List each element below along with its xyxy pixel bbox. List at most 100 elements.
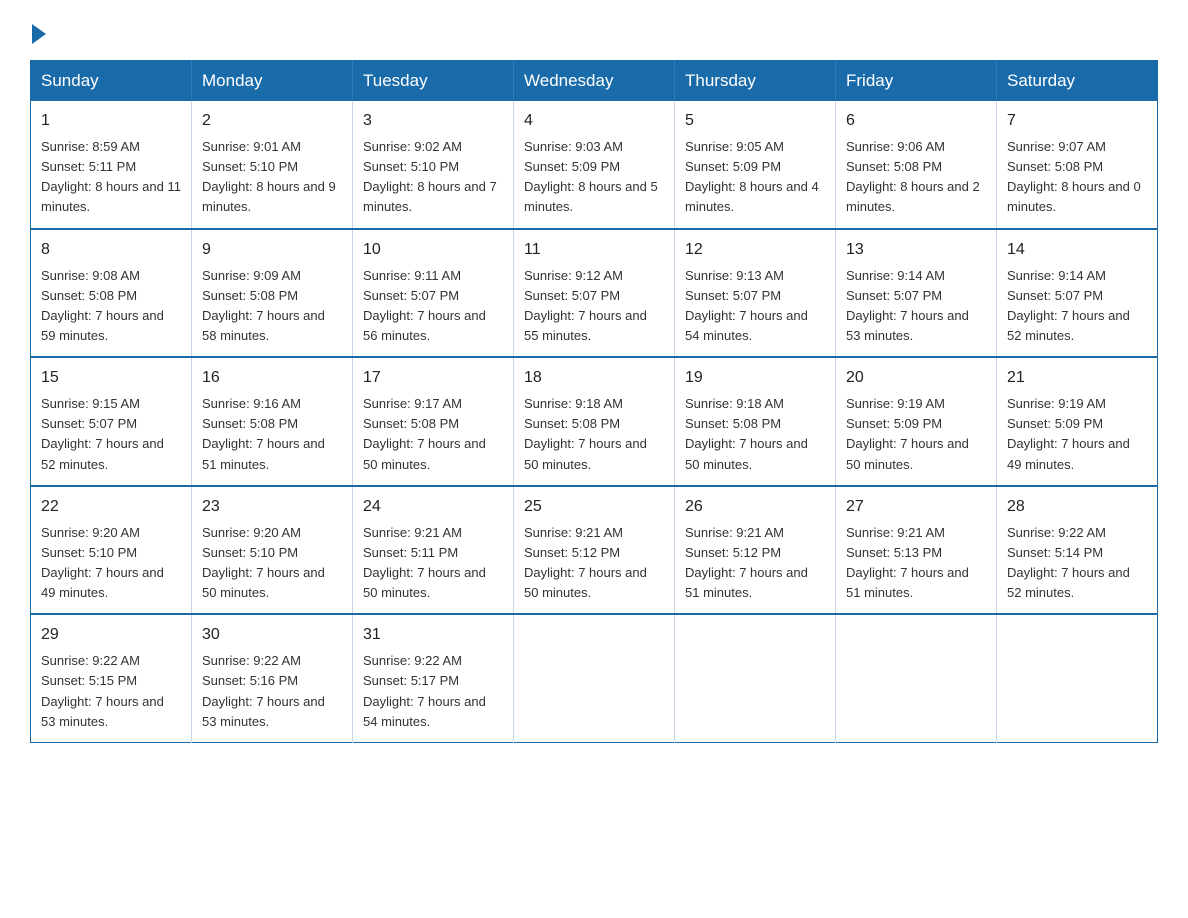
- day-number: 29: [41, 623, 181, 647]
- day-info: Sunrise: 9:01 AMSunset: 5:10 PMDaylight:…: [202, 137, 342, 218]
- calendar-day-20: 20 Sunrise: 9:19 AMSunset: 5:09 PMDayligh…: [836, 357, 997, 486]
- header-thursday: Thursday: [675, 61, 836, 102]
- day-number: 2: [202, 109, 342, 133]
- calendar-day-29: 29 Sunrise: 9:22 AMSunset: 5:15 PMDayligh…: [31, 614, 192, 742]
- day-info: Sunrise: 9:06 AMSunset: 5:08 PMDaylight:…: [846, 137, 986, 218]
- header-tuesday: Tuesday: [353, 61, 514, 102]
- calendar-day-17: 17 Sunrise: 9:17 AMSunset: 5:08 PMDayligh…: [353, 357, 514, 486]
- day-number: 16: [202, 366, 342, 390]
- day-number: 8: [41, 238, 181, 262]
- calendar-day-7: 7Sunrise: 9:07 AMSunset: 5:08 PMDaylight…: [997, 101, 1158, 229]
- day-info: Sunrise: 8:59 AMSunset: 5:11 PMDaylight:…: [41, 137, 181, 218]
- calendar-week-3: 15 Sunrise: 9:15 AMSunset: 5:07 PMDayligh…: [31, 357, 1158, 486]
- calendar-day-21: 21Sunrise: 9:19 AMSunset: 5:09 PMDayligh…: [997, 357, 1158, 486]
- day-number: 6: [846, 109, 986, 133]
- day-number: 12: [685, 238, 825, 262]
- day-number: 27: [846, 495, 986, 519]
- calendar-day-28: 28Sunrise: 9:22 AMSunset: 5:14 PMDayligh…: [997, 486, 1158, 615]
- header-wednesday: Wednesday: [514, 61, 675, 102]
- calendar-day-8: 8 Sunrise: 9:08 AMSunset: 5:08 PMDaylight…: [31, 229, 192, 358]
- calendar-week-1: 1 Sunrise: 8:59 AMSunset: 5:11 PMDaylight…: [31, 101, 1158, 229]
- calendar-day-1: 1 Sunrise: 8:59 AMSunset: 5:11 PMDaylight…: [31, 101, 192, 229]
- day-info: Sunrise: 9:05 AMSunset: 5:09 PMDaylight:…: [685, 137, 825, 218]
- calendar-empty-cell: [675, 614, 836, 742]
- day-number: 1: [41, 109, 181, 133]
- calendar-day-14: 14Sunrise: 9:14 AMSunset: 5:07 PMDayligh…: [997, 229, 1158, 358]
- calendar-day-16: 16 Sunrise: 9:16 AMSunset: 5:08 PMDayligh…: [192, 357, 353, 486]
- calendar-header-row: SundayMondayTuesdayWednesdayThursdayFrid…: [31, 61, 1158, 102]
- calendar-empty-cell: [836, 614, 997, 742]
- day-info: Sunrise: 9:22 AMSunset: 5:15 PMDaylight:…: [41, 651, 181, 732]
- day-info: Sunrise: 9:19 AMSunset: 5:09 PMDaylight:…: [1007, 394, 1147, 475]
- logo: [30, 20, 46, 40]
- calendar-day-23: 23 Sunrise: 9:20 AMSunset: 5:10 PMDayligh…: [192, 486, 353, 615]
- day-info: Sunrise: 9:21 AMSunset: 5:13 PMDaylight:…: [846, 523, 986, 604]
- day-info: Sunrise: 9:14 AMSunset: 5:07 PMDaylight:…: [1007, 266, 1147, 347]
- calendar-empty-cell: [997, 614, 1158, 742]
- day-info: Sunrise: 9:11 AMSunset: 5:07 PMDaylight:…: [363, 266, 503, 347]
- day-number: 31: [363, 623, 503, 647]
- day-number: 28: [1007, 495, 1147, 519]
- calendar-day-4: 4Sunrise: 9:03 AMSunset: 5:09 PMDaylight…: [514, 101, 675, 229]
- calendar-day-2: 2 Sunrise: 9:01 AMSunset: 5:10 PMDaylight…: [192, 101, 353, 229]
- calendar-week-4: 22 Sunrise: 9:20 AMSunset: 5:10 PMDayligh…: [31, 486, 1158, 615]
- calendar-day-24: 24Sunrise: 9:21 AMSunset: 5:11 PMDayligh…: [353, 486, 514, 615]
- day-info: Sunrise: 9:22 AMSunset: 5:17 PMDaylight:…: [363, 651, 503, 732]
- calendar-day-31: 31 Sunrise: 9:22 AMSunset: 5:17 PMDayligh…: [353, 614, 514, 742]
- day-number: 4: [524, 109, 664, 133]
- calendar-day-22: 22 Sunrise: 9:20 AMSunset: 5:10 PMDayligh…: [31, 486, 192, 615]
- calendar-day-15: 15 Sunrise: 9:15 AMSunset: 5:07 PMDayligh…: [31, 357, 192, 486]
- day-number: 13: [846, 238, 986, 262]
- day-number: 15: [41, 366, 181, 390]
- day-number: 10: [363, 238, 503, 262]
- day-info: Sunrise: 9:22 AMSunset: 5:16 PMDaylight:…: [202, 651, 342, 732]
- day-info: Sunrise: 9:16 AMSunset: 5:08 PMDaylight:…: [202, 394, 342, 475]
- day-number: 23: [202, 495, 342, 519]
- calendar-empty-cell: [514, 614, 675, 742]
- day-number: 20: [846, 366, 986, 390]
- calendar-week-5: 29 Sunrise: 9:22 AMSunset: 5:15 PMDayligh…: [31, 614, 1158, 742]
- calendar-day-11: 11Sunrise: 9:12 AMSunset: 5:07 PMDayligh…: [514, 229, 675, 358]
- day-number: 26: [685, 495, 825, 519]
- day-number: 5: [685, 109, 825, 133]
- day-number: 19: [685, 366, 825, 390]
- header-friday: Friday: [836, 61, 997, 102]
- calendar-day-26: 26Sunrise: 9:21 AMSunset: 5:12 PMDayligh…: [675, 486, 836, 615]
- day-info: Sunrise: 9:18 AMSunset: 5:08 PMDaylight:…: [524, 394, 664, 475]
- day-number: 22: [41, 495, 181, 519]
- day-number: 25: [524, 495, 664, 519]
- day-number: 3: [363, 109, 503, 133]
- day-info: Sunrise: 9:17 AMSunset: 5:08 PMDaylight:…: [363, 394, 503, 475]
- day-info: Sunrise: 9:12 AMSunset: 5:07 PMDaylight:…: [524, 266, 664, 347]
- day-info: Sunrise: 9:07 AMSunset: 5:08 PMDaylight:…: [1007, 137, 1147, 218]
- day-info: Sunrise: 9:21 AMSunset: 5:11 PMDaylight:…: [363, 523, 503, 604]
- calendar-day-25: 25 Sunrise: 9:21 AMSunset: 5:12 PMDayligh…: [514, 486, 675, 615]
- calendar-day-30: 30 Sunrise: 9:22 AMSunset: 5:16 PMDayligh…: [192, 614, 353, 742]
- calendar-day-12: 12 Sunrise: 9:13 AMSunset: 5:07 PMDayligh…: [675, 229, 836, 358]
- calendar-day-10: 10 Sunrise: 9:11 AMSunset: 5:07 PMDayligh…: [353, 229, 514, 358]
- calendar-table: SundayMondayTuesdayWednesdayThursdayFrid…: [30, 60, 1158, 743]
- calendar-day-6: 6 Sunrise: 9:06 AMSunset: 5:08 PMDaylight…: [836, 101, 997, 229]
- day-info: Sunrise: 9:14 AMSunset: 5:07 PMDaylight:…: [846, 266, 986, 347]
- calendar-week-2: 8 Sunrise: 9:08 AMSunset: 5:08 PMDaylight…: [31, 229, 1158, 358]
- day-info: Sunrise: 9:08 AMSunset: 5:08 PMDaylight:…: [41, 266, 181, 347]
- logo-arrow-icon: [32, 24, 46, 44]
- day-info: Sunrise: 9:09 AMSunset: 5:08 PMDaylight:…: [202, 266, 342, 347]
- day-info: Sunrise: 9:20 AMSunset: 5:10 PMDaylight:…: [202, 523, 342, 604]
- day-info: Sunrise: 9:19 AMSunset: 5:09 PMDaylight:…: [846, 394, 986, 475]
- day-number: 30: [202, 623, 342, 647]
- calendar-day-18: 18Sunrise: 9:18 AMSunset: 5:08 PMDayligh…: [514, 357, 675, 486]
- day-number: 17: [363, 366, 503, 390]
- day-info: Sunrise: 9:20 AMSunset: 5:10 PMDaylight:…: [41, 523, 181, 604]
- header-sunday: Sunday: [31, 61, 192, 102]
- day-info: Sunrise: 9:02 AMSunset: 5:10 PMDaylight:…: [363, 137, 503, 218]
- day-info: Sunrise: 9:13 AMSunset: 5:07 PMDaylight:…: [685, 266, 825, 347]
- day-info: Sunrise: 9:18 AMSunset: 5:08 PMDaylight:…: [685, 394, 825, 475]
- page-header: [30, 20, 1158, 40]
- day-number: 9: [202, 238, 342, 262]
- header-saturday: Saturday: [997, 61, 1158, 102]
- calendar-day-13: 13 Sunrise: 9:14 AMSunset: 5:07 PMDayligh…: [836, 229, 997, 358]
- calendar-day-19: 19 Sunrise: 9:18 AMSunset: 5:08 PMDayligh…: [675, 357, 836, 486]
- day-info: Sunrise: 9:15 AMSunset: 5:07 PMDaylight:…: [41, 394, 181, 475]
- day-info: Sunrise: 9:21 AMSunset: 5:12 PMDaylight:…: [524, 523, 664, 604]
